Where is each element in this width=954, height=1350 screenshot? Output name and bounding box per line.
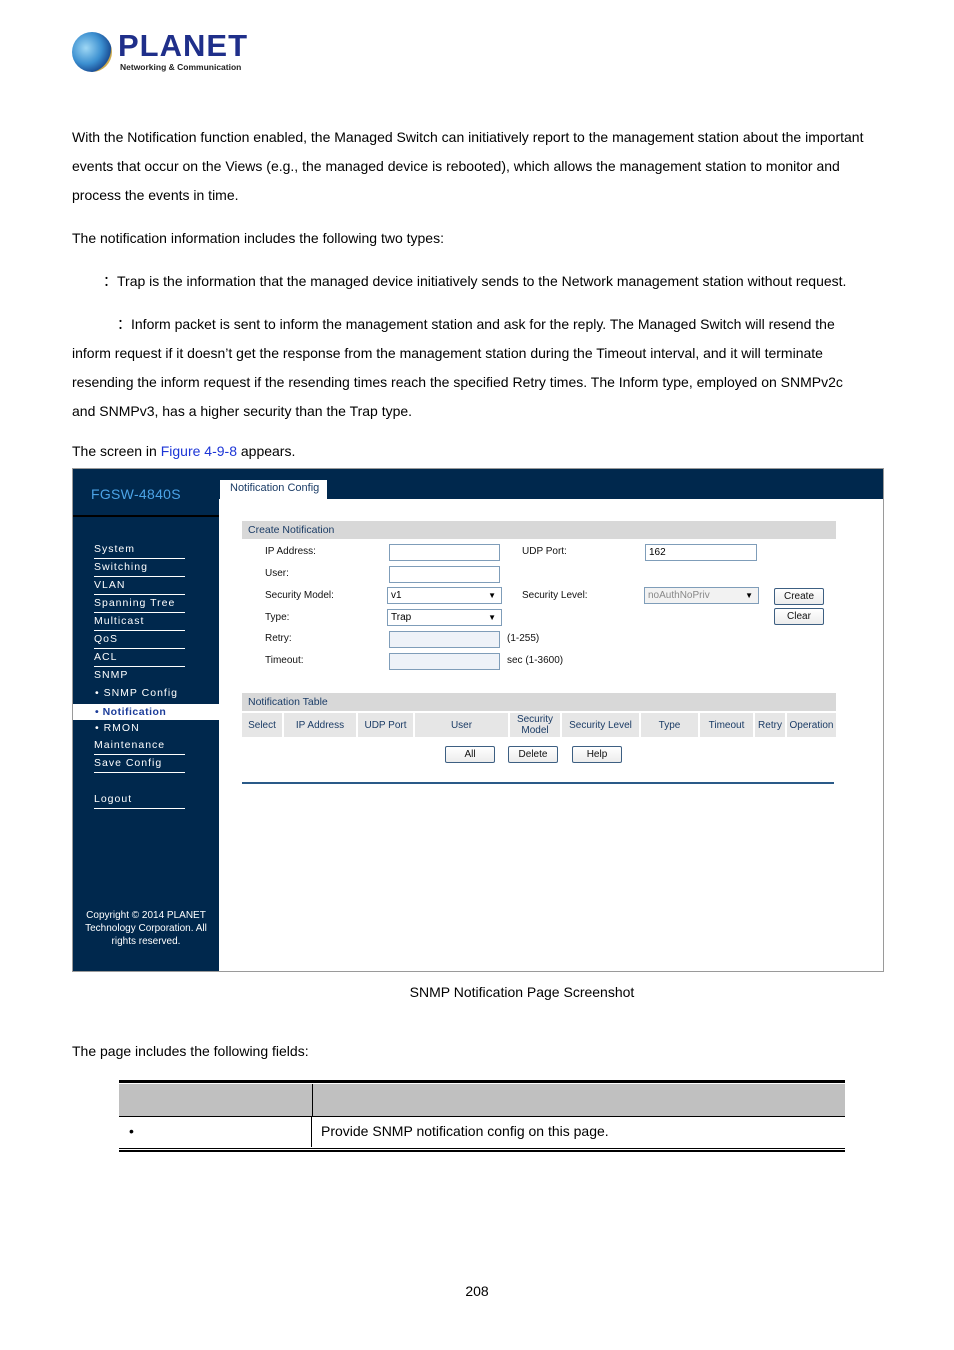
col-select: Select bbox=[242, 713, 284, 737]
ui-screenshot: FGSW-4840S System Switching VLAN Spannin… bbox=[72, 468, 884, 972]
col-timeout: Timeout bbox=[700, 713, 755, 737]
nav-notification[interactable]: • Notification bbox=[73, 704, 219, 720]
ip-address-input[interactable] bbox=[389, 544, 500, 561]
figure-link[interactable]: Figure 4-9-8 bbox=[161, 443, 237, 459]
security-level-label: Security Level: bbox=[522, 590, 588, 601]
inform-description: ：Inform packet is sent to inform the man… bbox=[72, 310, 884, 426]
retry-hint: (1-255) bbox=[507, 633, 540, 644]
col-udp-port: UDP Port bbox=[358, 713, 415, 737]
security-level-select[interactable]: noAuthNoPriv ▼ bbox=[644, 587, 759, 604]
text-line: resending the inform request if the rese… bbox=[72, 374, 843, 390]
text: The screen in bbox=[72, 443, 161, 459]
fields-intro: The page includes the following fields: bbox=[72, 1043, 309, 1059]
screen-reference: The screen in Figure 4-9-8 appears. bbox=[72, 437, 884, 466]
timeout-label: Timeout: bbox=[265, 655, 304, 666]
security-model-select[interactable]: v1 ▼ bbox=[387, 587, 502, 604]
select-all-button[interactable]: All bbox=[445, 746, 495, 763]
nav-multicast[interactable]: Multicast bbox=[94, 613, 185, 631]
type-label: Type: bbox=[265, 612, 290, 623]
trap-description: ：Trap is the information that the manage… bbox=[103, 273, 847, 289]
text-line: With the Notification function enabled, … bbox=[72, 129, 864, 145]
type-select[interactable]: Trap ▼ bbox=[387, 609, 502, 626]
nav-vlan[interactable]: VLAN bbox=[94, 577, 185, 595]
retry-input[interactable] bbox=[389, 631, 500, 648]
nav-logout[interactable]: Logout bbox=[94, 791, 185, 809]
user-input[interactable] bbox=[389, 566, 500, 583]
col-security-model: Security Model bbox=[510, 713, 562, 737]
security-model-label: Security Model: bbox=[265, 590, 334, 601]
nav-system[interactable]: System bbox=[94, 541, 185, 559]
divider bbox=[242, 782, 834, 784]
table-row: • Provide SNMP notification config on th… bbox=[119, 1116, 845, 1147]
sidebar: FGSW-4840S System Switching VLAN Spannin… bbox=[73, 469, 219, 971]
planet-logo: PLANET Networking & Communication bbox=[72, 28, 247, 76]
text-line: and SNMPv3, has a higher security than t… bbox=[72, 403, 413, 419]
logo-name: PLANET bbox=[118, 28, 248, 63]
divider bbox=[73, 515, 219, 517]
udp-port-input[interactable]: 162 bbox=[645, 544, 757, 561]
intro-paragraph: With the Notification function enabled, … bbox=[72, 123, 884, 210]
nav-save-config[interactable]: Save Config bbox=[94, 755, 185, 773]
nav-notification-label: • Notification bbox=[95, 706, 167, 718]
col-operation: Operation bbox=[787, 713, 836, 737]
page-number: 208 bbox=[465, 1283, 489, 1299]
create-notification-header: Create Notification bbox=[242, 521, 836, 539]
dropdown-arrow-icon: ▼ bbox=[488, 591, 496, 600]
header-object bbox=[119, 1084, 313, 1116]
nav-acl[interactable]: ACL bbox=[94, 649, 185, 667]
nav-maintenance[interactable]: Maintenance bbox=[94, 737, 185, 755]
logo-tagline: Networking & Communication bbox=[120, 62, 242, 72]
dropdown-arrow-icon: ▼ bbox=[488, 613, 496, 622]
table-bottom-rule bbox=[119, 1148, 845, 1149]
dropdown-arrow-icon: ▼ bbox=[745, 591, 753, 600]
copyright: Copyright © 2014 PLANET Technology Corpo… bbox=[85, 910, 207, 947]
text-line: inform request if it doesn’t get the res… bbox=[72, 345, 823, 361]
tab-notification-config[interactable]: Notification Config bbox=[220, 480, 327, 499]
create-button[interactable]: Create bbox=[774, 588, 824, 605]
table-header bbox=[119, 1084, 845, 1116]
device-model: FGSW-4840S bbox=[91, 486, 181, 502]
figure-caption: SNMP Notification Page Screenshot bbox=[409, 984, 635, 1000]
text: appears. bbox=[236, 443, 296, 459]
notification-table-header: Notification Table bbox=[242, 693, 836, 711]
selected-value: noAuthNoPriv bbox=[648, 590, 710, 601]
ip-address-label: IP Address: bbox=[265, 546, 316, 557]
col-type: Type bbox=[641, 713, 700, 737]
nav-rmon[interactable]: • RMON bbox=[95, 720, 140, 736]
user-label: User: bbox=[265, 568, 289, 579]
fields-table: • Provide SNMP notification config on th… bbox=[119, 1080, 845, 1152]
text-line: process the events in time. bbox=[72, 187, 239, 203]
col-security-level: Security Level bbox=[562, 713, 641, 737]
text-line: events that occur on the Views (e.g., th… bbox=[72, 158, 840, 174]
nav-snmp[interactable]: SNMP bbox=[94, 667, 185, 684]
timeout-input[interactable] bbox=[389, 653, 500, 670]
selected-value: Trap bbox=[391, 612, 412, 623]
text-line: ：Inform packet is sent to inform the man… bbox=[117, 316, 835, 332]
col-user: User bbox=[415, 713, 510, 737]
selected-value: v1 bbox=[391, 590, 402, 601]
table-bottom-rule bbox=[119, 1150, 845, 1152]
udp-port-label: UDP Port: bbox=[522, 546, 567, 557]
row-bullet: • bbox=[119, 1117, 312, 1147]
col-ip-address: IP Address bbox=[284, 713, 358, 737]
nav-spanning-tree[interactable]: Spanning Tree bbox=[94, 595, 185, 613]
timeout-hint: sec (1-3600) bbox=[507, 655, 564, 666]
types-intro: The notification information includes th… bbox=[72, 230, 444, 246]
nav-qos[interactable]: QoS bbox=[94, 631, 185, 649]
globe-icon bbox=[72, 32, 112, 72]
row-description: Provide SNMP notification config on this… bbox=[321, 1123, 609, 1139]
retry-label: Retry: bbox=[265, 633, 292, 644]
col-retry: Retry bbox=[755, 713, 787, 737]
help-button[interactable]: Help bbox=[572, 746, 622, 763]
nav-switching[interactable]: Switching bbox=[94, 559, 185, 577]
delete-button[interactable]: Delete bbox=[508, 746, 558, 763]
nav-snmp-config[interactable]: • SNMP Config bbox=[95, 685, 178, 701]
clear-button[interactable]: Clear bbox=[774, 608, 824, 625]
